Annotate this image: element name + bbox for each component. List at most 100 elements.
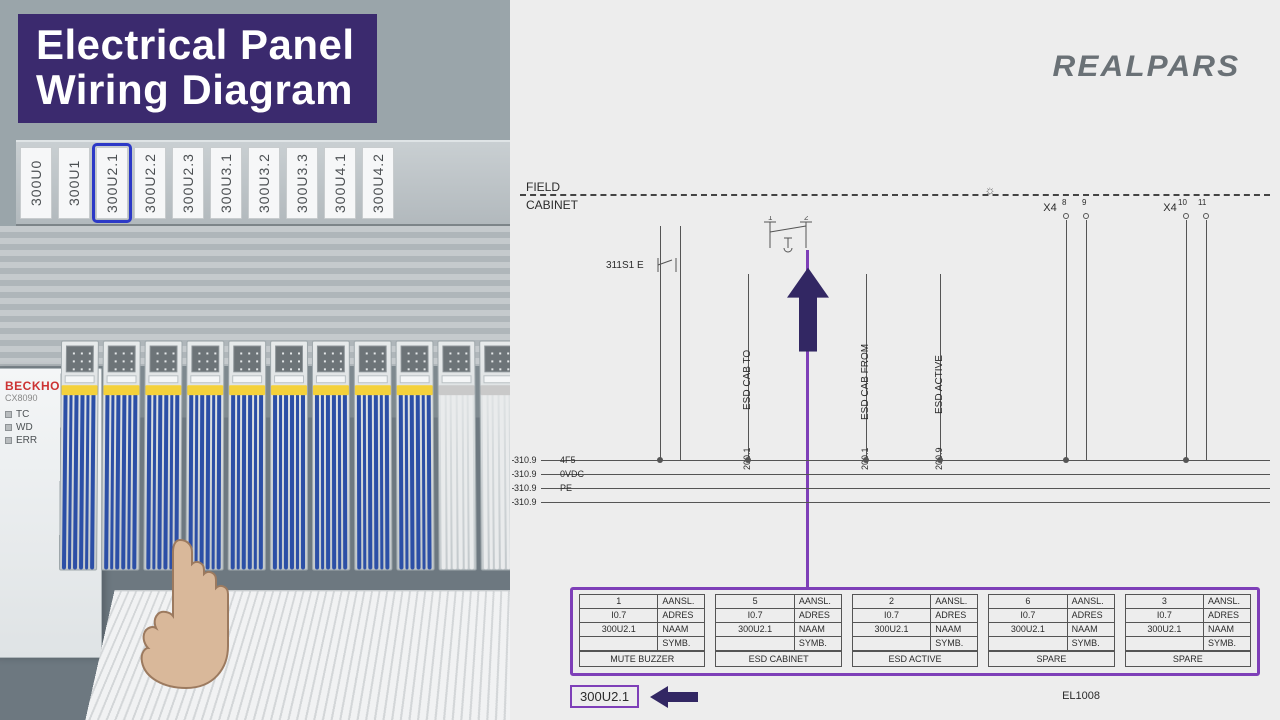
module-led-block (108, 346, 136, 373)
title-line-2: Wiring Diagram (36, 67, 355, 112)
module-wires (399, 389, 432, 569)
wire (90, 389, 95, 569)
callout-arrow-left-icon (650, 686, 698, 708)
io-channel-card: 6AANSL.I0.7ADRES300U2.1NAAMSYMB.SPARE (988, 594, 1114, 667)
module-label (232, 375, 262, 383)
wire (273, 389, 277, 569)
module-wires (315, 389, 347, 569)
wire (284, 389, 288, 569)
led-icon (5, 437, 12, 444)
module-label (107, 375, 137, 383)
io-module (270, 341, 308, 571)
signal-wire (660, 226, 661, 460)
wire-node (745, 457, 751, 463)
module-wires (62, 389, 96, 569)
module-label (358, 375, 388, 383)
wire (446, 389, 451, 569)
pushbutton-symbol-icon: 1 2 (760, 216, 816, 254)
terminal-x4-a: X4 (1043, 202, 1056, 214)
wire (110, 389, 115, 569)
wire (248, 389, 252, 569)
zone-cabinet-label: CABINET (526, 198, 578, 212)
wire (374, 389, 378, 569)
module-wires (483, 389, 510, 569)
module-wires (146, 389, 179, 569)
wiring-diagram: FIELD CABINET 311S1 E 1 2 (510, 180, 1280, 720)
signal-wire (680, 226, 681, 460)
wire (326, 389, 330, 569)
terminal-pin (1203, 213, 1209, 219)
wire (363, 389, 367, 569)
bus-line (512, 488, 1270, 489)
io-module (143, 341, 182, 571)
io-module (437, 341, 476, 571)
wire (315, 389, 319, 569)
module-wires (273, 389, 305, 569)
terminal-pin (1083, 213, 1089, 219)
io-channel-card: 2AANSL.I0.7ADRES300U2.1NAAMSYMB.ESD ACTI… (852, 594, 978, 667)
wire (127, 389, 132, 569)
signal-label: ESD CAB FROM (860, 344, 871, 420)
wire (410, 389, 414, 569)
wire (427, 389, 432, 569)
card-tag-highlight: 300U2.1 (570, 685, 639, 708)
module-wires (189, 389, 222, 569)
wire (206, 389, 210, 569)
bus-name: 4F5 (560, 455, 576, 465)
signal-label: ESD CAB TO (742, 350, 753, 410)
module-led-block (317, 346, 345, 373)
signal-wire (1066, 220, 1067, 460)
wire (79, 389, 84, 569)
wire (452, 389, 457, 569)
module-led-block (149, 346, 177, 373)
bus-line (512, 460, 1270, 461)
module-tag: 300U2.3 (172, 147, 204, 219)
module-led-block (275, 346, 303, 373)
wire (332, 389, 336, 569)
io-module (312, 341, 350, 571)
wire-node (1063, 457, 1069, 463)
wire (158, 389, 163, 569)
module-label (65, 375, 95, 383)
wire (200, 389, 204, 569)
led-icon (5, 424, 12, 431)
wire (494, 389, 499, 569)
wire (279, 389, 283, 569)
module-tag: 300U3.1 (210, 147, 242, 219)
wire (121, 389, 126, 569)
module-tag: 300U1 (58, 147, 90, 219)
wire-bundle (83, 590, 510, 720)
module-label (442, 375, 472, 383)
wire (231, 389, 235, 569)
io-module-bank (59, 341, 510, 571)
wire (301, 389, 305, 569)
wire (211, 389, 215, 569)
pin-num: 10 (1178, 198, 1187, 207)
lamp-icon: ☼ (985, 183, 996, 197)
module-tag-strip: 300U0300U1300U2.1300U2.2300U2.3300U3.130… (16, 140, 510, 226)
module-wires (441, 389, 474, 569)
module-led-block (359, 346, 387, 373)
module-label (148, 375, 178, 383)
wire (441, 389, 446, 569)
wire (253, 389, 257, 569)
led-label: WD (16, 422, 33, 433)
device-ref: 311S1 E (606, 260, 644, 271)
bus-line (512, 502, 1270, 503)
led-label: ERR (16, 435, 37, 446)
bus-name: PE (560, 483, 572, 493)
signal-wire (1086, 220, 1087, 460)
wire (194, 389, 198, 569)
module-tag: 300U3.2 (248, 147, 280, 219)
wire (73, 389, 78, 569)
module-tag: 300U4.2 (362, 147, 394, 219)
wire-node (863, 457, 869, 463)
wire-node (657, 457, 663, 463)
module-label (274, 375, 304, 383)
wire (146, 389, 151, 569)
wire (290, 389, 294, 569)
wire (133, 389, 138, 569)
module-led-block (191, 346, 219, 373)
module-led-block (401, 346, 429, 373)
wire (469, 389, 474, 569)
